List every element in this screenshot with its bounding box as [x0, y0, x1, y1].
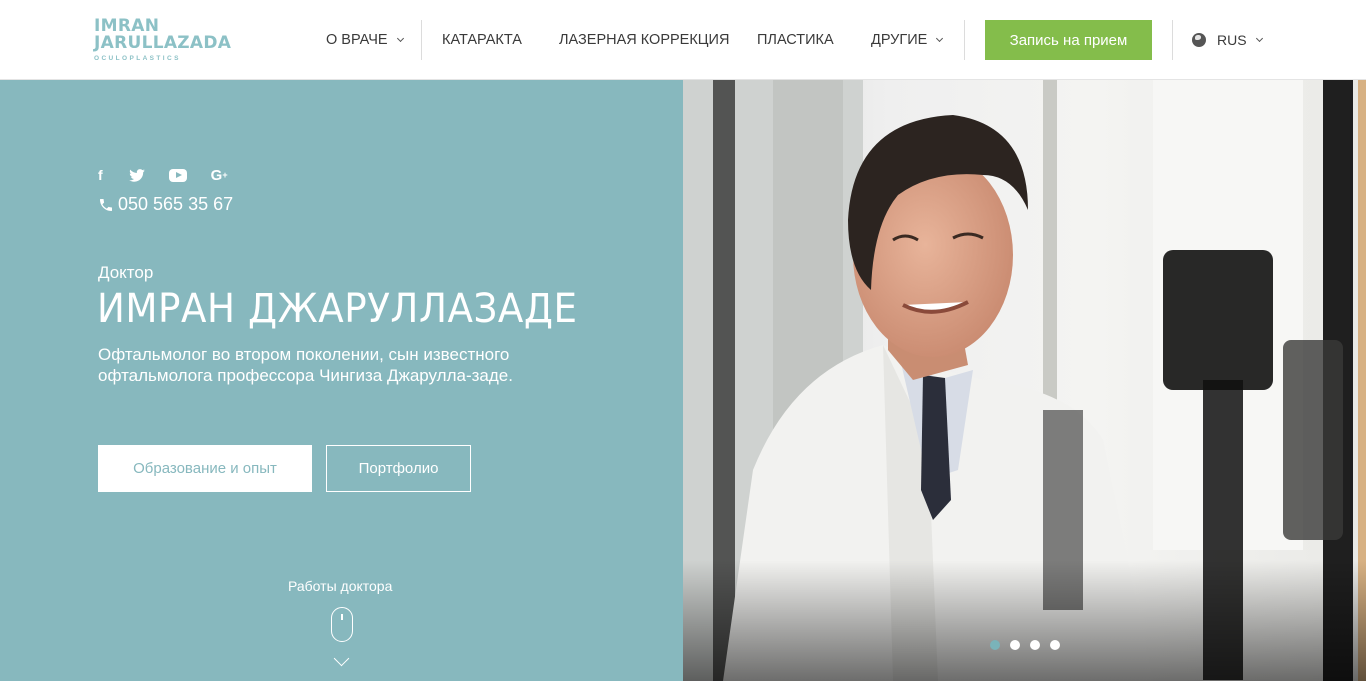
nav-item-label: О ВРАЧЕ	[326, 32, 388, 48]
chevron-down-icon	[936, 34, 944, 43]
nav-item-cataract[interactable]: КАТАРАКТА	[442, 0, 522, 80]
nav-item-plastics[interactable]: ПЛАСТИКА	[757, 0, 834, 80]
twitter-icon[interactable]	[128, 166, 145, 184]
nav-divider	[421, 20, 422, 60]
doctor-description: Офтальмолог во втором поколении, сын изв…	[98, 345, 513, 385]
doctor-label: Доктор	[98, 263, 154, 282]
phone-number: 050 565 35 67	[118, 194, 234, 214]
google-plus-letter: G	[210, 166, 223, 184]
doctor-photo	[683, 80, 1366, 681]
chevron-down-icon	[1255, 34, 1263, 43]
chevron-down-icon	[396, 34, 404, 43]
youtube-icon[interactable]	[168, 166, 187, 184]
scroll-mouse-icon[interactable]	[331, 607, 353, 642]
language-selector[interactable]: RUS	[1192, 0, 1263, 80]
slider-dot[interactable]	[1010, 640, 1020, 650]
nav-item-label: ДРУГИЕ	[871, 32, 928, 48]
nav-item-label: КАТАРАКТА	[442, 32, 522, 48]
doctor-works-label: Работы доктора	[288, 578, 393, 594]
nav-item-label: ЛАЗЕРНАЯ КОРРЕКЦИЯ	[559, 32, 730, 48]
nav-divider	[964, 20, 965, 60]
nav-item-other[interactable]: ДРУГИЕ	[871, 0, 944, 80]
education-experience-button[interactable]: Образование и опыт	[98, 445, 312, 492]
doctor-name: ИМРАН ДЖАРУЛЛАЗАДЕ	[97, 286, 578, 332]
site-header: IMRAN JARULLAZADA OCULOPLASTICS О ВРАЧЕ …	[0, 0, 1366, 80]
doctor-photo-illustration	[683, 80, 1366, 681]
youtube-play-shape	[168, 168, 187, 182]
logo-line-2: JARULLAZADA	[94, 33, 232, 53]
logo-tagline: OCULOPLASTICS	[94, 55, 181, 62]
slider-dot[interactable]	[1050, 640, 1060, 650]
nav-divider	[1172, 20, 1173, 60]
brand-logo[interactable]: IMRAN JARULLAZADA OCULOPLASTICS	[94, 18, 234, 64]
facebook-icon[interactable]: f	[98, 166, 103, 184]
slider-dot[interactable]	[1030, 640, 1040, 650]
language-label: RUS	[1217, 32, 1247, 48]
phone-contact[interactable]: 050 565 35 67	[98, 194, 233, 215]
slider-dots	[990, 640, 1070, 650]
phone-icon	[100, 198, 112, 211]
appointment-button[interactable]: Запись на прием	[985, 20, 1152, 60]
globe-icon	[1192, 33, 1206, 47]
nav-item-laser-correction[interactable]: ЛАЗЕРНАЯ КОРРЕКЦИЯ	[559, 0, 729, 80]
portfolio-button[interactable]: Портфолио	[326, 445, 471, 492]
social-links: f G +	[98, 166, 252, 184]
nav-item-about-doctor[interactable]: О ВРАЧЕ	[326, 0, 404, 80]
google-plus-icon[interactable]: G +	[211, 166, 228, 184]
slider-dot[interactable]	[990, 640, 1000, 650]
nav-item-label: ПЛАСТИКА	[757, 32, 834, 48]
